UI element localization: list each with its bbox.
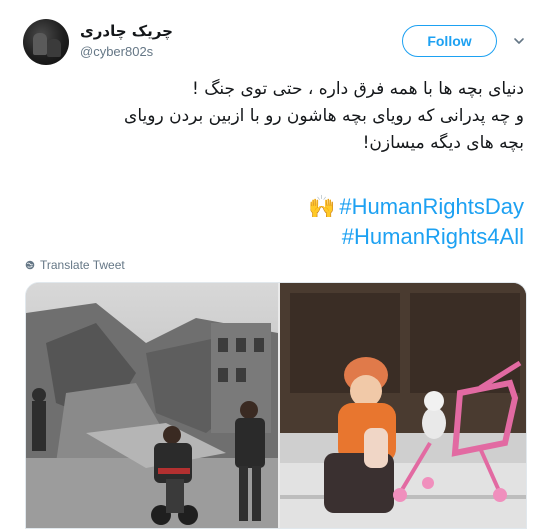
raising-hands-emoji: 🙌 [307,194,336,219]
follow-button[interactable]: Follow [402,25,497,57]
hashtag-row: 🙌 #HumanRightsDay [308,192,524,222]
hashtag-block: 🙌 #HumanRightsDay #HumanRights4All [308,192,524,252]
photo-child-stroller[interactable] [280,283,526,528]
tweet-text-line: بچه های دیگه میسازن! [362,133,524,153]
avatar-figure [47,39,61,57]
avatar[interactable] [23,19,69,65]
tweet-header: چریک چادری @cyber802s Follow [0,0,550,80]
tweet-text-line: دنیای بچه ها با همه فرق داره ، حتی توی ج… [191,79,524,99]
display-name[interactable]: چریک چادری [80,22,173,40]
translate-tweet-link[interactable]: Translate Tweet [25,258,125,272]
photo-war-ruins[interactable] [26,283,278,528]
tweet-media[interactable] [25,282,527,529]
user-handle[interactable]: @cyber802s [80,44,153,59]
tweet-text: دنیای بچه ها با همه فرق داره ، حتی توی ج… [24,76,524,157]
avatar-figure [33,33,47,55]
hashtag-link[interactable]: #HumanRightsDay [339,192,524,222]
translate-label: Translate Tweet [40,258,125,272]
hashtag-link[interactable]: #HumanRights4All [342,222,524,252]
hashtag-row: #HumanRights4All [308,222,524,252]
tweet-text-line: و چه پدرانی که رویای بچه هاشون رو با ازب… [124,106,524,126]
chevron-down-icon[interactable] [512,34,526,48]
globe-icon [25,260,35,270]
